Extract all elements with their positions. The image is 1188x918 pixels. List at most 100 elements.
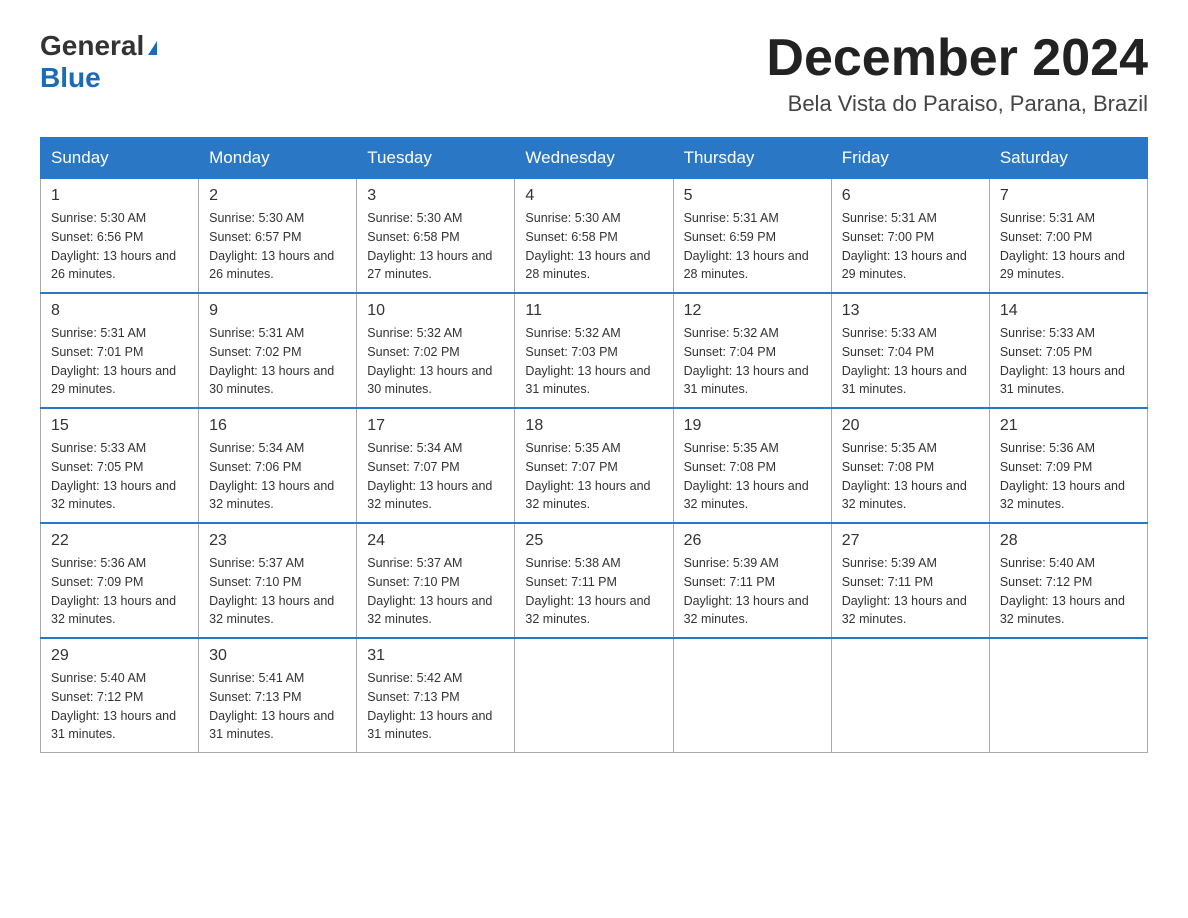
day-info: Sunrise: 5:30 AMSunset: 6:57 PMDaylight:… — [209, 209, 346, 284]
calendar-cell: 4 Sunrise: 5:30 AMSunset: 6:58 PMDaylight… — [515, 179, 673, 294]
calendar-week-row: 29Sunrise: 5:40 AMSunset: 7:12 PMDayligh… — [41, 638, 1148, 753]
day-info: Sunrise: 5:31 AMSunset: 6:59 PMDaylight:… — [684, 209, 821, 284]
day-number: 10 — [367, 302, 504, 320]
calendar-cell: 21 Sunrise: 5:36 AMSunset: 7:09 PMDayligh… — [989, 408, 1147, 523]
calendar-week-row: 8 Sunrise: 5:31 AMSunset: 7:01 PMDaylight… — [41, 293, 1148, 408]
day-number: 22 — [51, 532, 188, 550]
calendar-cell: 6 Sunrise: 5:31 AMSunset: 7:00 PMDaylight… — [831, 179, 989, 294]
calendar-week-row: 22 Sunrise: 5:36 AMSunset: 7:09 PMDayligh… — [41, 523, 1148, 638]
calendar-cell — [989, 638, 1147, 753]
day-info: Sunrise: 5:40 AMSunset: 7:12 PMDaylight:… — [1000, 554, 1137, 629]
day-number: 8 — [51, 302, 188, 320]
calendar-cell: 22 Sunrise: 5:36 AMSunset: 7:09 PMDayligh… — [41, 523, 199, 638]
calendar-cell: 27Sunrise: 5:39 AMSunset: 7:11 PMDayligh… — [831, 523, 989, 638]
logo-general-text: General — [40, 30, 144, 62]
day-info: Sunrise: 5:34 AMSunset: 7:07 PMDaylight:… — [367, 439, 504, 514]
calendar-week-row: 1Sunrise: 5:30 AMSunset: 6:56 PMDaylight… — [41, 179, 1148, 294]
calendar-cell: 2 Sunrise: 5:30 AMSunset: 6:57 PMDaylight… — [199, 179, 357, 294]
title-block: December 2024 Bela Vista do Paraiso, Par… — [766, 30, 1148, 117]
day-number: 28 — [1000, 532, 1137, 550]
day-number: 23 — [209, 532, 346, 550]
calendar-header-thursday: Thursday — [673, 138, 831, 179]
calendar-cell: 10 Sunrise: 5:32 AMSunset: 7:02 PMDayligh… — [357, 293, 515, 408]
calendar-cell: 28 Sunrise: 5:40 AMSunset: 7:12 PMDayligh… — [989, 523, 1147, 638]
day-number: 17 — [367, 417, 504, 435]
page-header: General Blue December 2024 Bela Vista do… — [40, 30, 1148, 117]
calendar-cell: 18 Sunrise: 5:35 AMSunset: 7:07 PMDayligh… — [515, 408, 673, 523]
day-info: Sunrise: 5:42 AMSunset: 7:13 PMDaylight:… — [367, 669, 504, 744]
calendar-cell: 29Sunrise: 5:40 AMSunset: 7:12 PMDayligh… — [41, 638, 199, 753]
day-info: Sunrise: 5:37 AMSunset: 7:10 PMDaylight:… — [367, 554, 504, 629]
calendar-cell: 17 Sunrise: 5:34 AMSunset: 7:07 PMDayligh… — [357, 408, 515, 523]
day-number: 24 — [367, 532, 504, 550]
calendar-cell: 8 Sunrise: 5:31 AMSunset: 7:01 PMDaylight… — [41, 293, 199, 408]
calendar-header-friday: Friday — [831, 138, 989, 179]
day-info: Sunrise: 5:31 AMSunset: 7:01 PMDaylight:… — [51, 324, 188, 399]
day-info: Sunrise: 5:32 AMSunset: 7:02 PMDaylight:… — [367, 324, 504, 399]
day-info: Sunrise: 5:39 AMSunset: 7:11 PMDaylight:… — [842, 554, 979, 629]
day-number: 30 — [209, 647, 346, 665]
calendar-header-wednesday: Wednesday — [515, 138, 673, 179]
day-info: Sunrise: 5:38 AMSunset: 7:11 PMDaylight:… — [525, 554, 662, 629]
day-info: Sunrise: 5:30 AMSunset: 6:56 PMDaylight:… — [51, 209, 188, 284]
day-info: Sunrise: 5:32 AMSunset: 7:03 PMDaylight:… — [525, 324, 662, 399]
day-info: Sunrise: 5:31 AMSunset: 7:00 PMDaylight:… — [842, 209, 979, 284]
day-info: Sunrise: 5:34 AMSunset: 7:06 PMDaylight:… — [209, 439, 346, 514]
day-number: 25 — [525, 532, 662, 550]
day-number: 12 — [684, 302, 821, 320]
calendar-cell: 24 Sunrise: 5:37 AMSunset: 7:10 PMDayligh… — [357, 523, 515, 638]
calendar-cell — [515, 638, 673, 753]
day-number: 7 — [1000, 187, 1137, 205]
day-info: Sunrise: 5:31 AMSunset: 7:00 PMDaylight:… — [1000, 209, 1137, 284]
day-info: Sunrise: 5:33 AMSunset: 7:05 PMDaylight:… — [1000, 324, 1137, 399]
day-number: 11 — [525, 302, 662, 320]
calendar-cell: 25 Sunrise: 5:38 AMSunset: 7:11 PMDayligh… — [515, 523, 673, 638]
day-info: Sunrise: 5:41 AMSunset: 7:13 PMDaylight:… — [209, 669, 346, 744]
day-number: 2 — [209, 187, 346, 205]
calendar-table: SundayMondayTuesdayWednesdayThursdayFrid… — [40, 137, 1148, 753]
day-number: 19 — [684, 417, 821, 435]
calendar-cell: 1Sunrise: 5:30 AMSunset: 6:56 PMDaylight… — [41, 179, 199, 294]
day-number: 21 — [1000, 417, 1137, 435]
day-number: 18 — [525, 417, 662, 435]
logo: General Blue — [40, 30, 157, 94]
day-info: Sunrise: 5:39 AMSunset: 7:11 PMDaylight:… — [684, 554, 821, 629]
day-info: Sunrise: 5:33 AMSunset: 7:04 PMDaylight:… — [842, 324, 979, 399]
month-year-title: December 2024 — [766, 30, 1148, 87]
day-info: Sunrise: 5:33 AMSunset: 7:05 PMDaylight:… — [51, 439, 188, 514]
day-info: Sunrise: 5:36 AMSunset: 7:09 PMDaylight:… — [1000, 439, 1137, 514]
day-number: 15 — [51, 417, 188, 435]
calendar-cell: 7 Sunrise: 5:31 AMSunset: 7:00 PMDaylight… — [989, 179, 1147, 294]
calendar-cell: 31Sunrise: 5:42 AMSunset: 7:13 PMDayligh… — [357, 638, 515, 753]
calendar-cell: 26 Sunrise: 5:39 AMSunset: 7:11 PMDayligh… — [673, 523, 831, 638]
calendar-cell: 15 Sunrise: 5:33 AMSunset: 7:05 PMDayligh… — [41, 408, 199, 523]
calendar-cell: 30 Sunrise: 5:41 AMSunset: 7:13 PMDayligh… — [199, 638, 357, 753]
day-info: Sunrise: 5:35 AMSunset: 7:08 PMDaylight:… — [684, 439, 821, 514]
day-number: 3 — [367, 187, 504, 205]
day-number: 14 — [1000, 302, 1137, 320]
day-number: 26 — [684, 532, 821, 550]
day-info: Sunrise: 5:35 AMSunset: 7:08 PMDaylight:… — [842, 439, 979, 514]
calendar-cell: 5 Sunrise: 5:31 AMSunset: 6:59 PMDaylight… — [673, 179, 831, 294]
calendar-cell — [831, 638, 989, 753]
day-info: Sunrise: 5:30 AMSunset: 6:58 PMDaylight:… — [525, 209, 662, 284]
day-info: Sunrise: 5:40 AMSunset: 7:12 PMDaylight:… — [51, 669, 188, 744]
day-info: Sunrise: 5:36 AMSunset: 7:09 PMDaylight:… — [51, 554, 188, 629]
day-info: Sunrise: 5:30 AMSunset: 6:58 PMDaylight:… — [367, 209, 504, 284]
calendar-header-monday: Monday — [199, 138, 357, 179]
day-number: 6 — [842, 187, 979, 205]
location-subtitle: Bela Vista do Paraiso, Parana, Brazil — [766, 91, 1148, 117]
calendar-header-sunday: Sunday — [41, 138, 199, 179]
calendar-header-saturday: Saturday — [989, 138, 1147, 179]
day-info: Sunrise: 5:35 AMSunset: 7:07 PMDaylight:… — [525, 439, 662, 514]
calendar-header-row: SundayMondayTuesdayWednesdayThursdayFrid… — [41, 138, 1148, 179]
calendar-cell: 9Sunrise: 5:31 AMSunset: 7:02 PMDaylight… — [199, 293, 357, 408]
day-number: 4 — [525, 187, 662, 205]
calendar-cell: 16Sunrise: 5:34 AMSunset: 7:06 PMDayligh… — [199, 408, 357, 523]
calendar-cell: 20Sunrise: 5:35 AMSunset: 7:08 PMDayligh… — [831, 408, 989, 523]
day-number: 5 — [684, 187, 821, 205]
calendar-cell: 14 Sunrise: 5:33 AMSunset: 7:05 PMDayligh… — [989, 293, 1147, 408]
day-number: 9 — [209, 302, 346, 320]
calendar-cell — [673, 638, 831, 753]
day-number: 13 — [842, 302, 979, 320]
